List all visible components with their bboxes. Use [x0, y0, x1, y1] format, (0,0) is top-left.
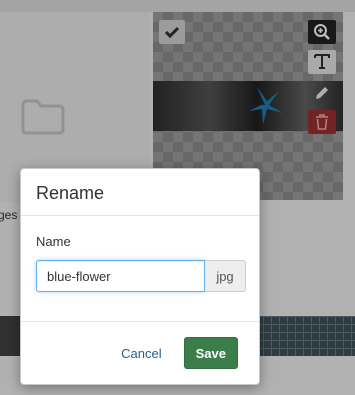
name-label: Name	[36, 234, 71, 249]
dialog-title: Rename	[36, 183, 105, 203]
dialog-footer: Cancel Save	[21, 322, 259, 384]
save-button[interactable]: Save	[183, 337, 238, 369]
dialog-body: Name jpg	[21, 216, 259, 322]
name-input-group: jpg	[36, 260, 246, 292]
dialog-header: Rename	[21, 169, 259, 216]
name-input[interactable]	[36, 260, 205, 292]
cancel-button[interactable]: Cancel	[121, 346, 161, 361]
extension-addon: jpg	[205, 260, 246, 292]
rename-dialog: Rename Name jpg Cancel Save	[20, 168, 260, 385]
